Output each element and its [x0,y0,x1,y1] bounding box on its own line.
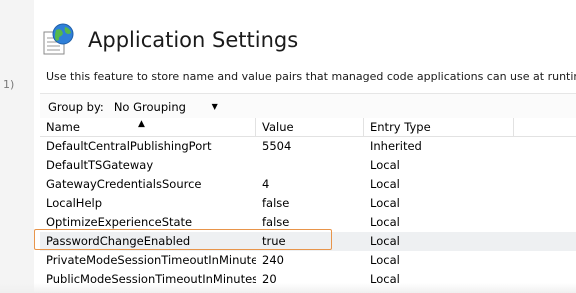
table-row[interactable]: DefaultTSGateway Local [40,156,576,175]
sidebar-text-fragment: 1) [3,78,15,91]
row-name: DefaultCentralPublishingPort [46,139,212,153]
row-value: 5504 [262,139,292,153]
column-header-name-label: Name [46,120,80,134]
row-entry-type: Local [370,215,400,229]
table-row[interactable]: OptimizeExperienceState false Local [40,213,576,232]
row-entry-type: Inherited [370,139,422,153]
row-entry-type: Local [370,253,400,267]
row-name: PrivateModeSessionTimeoutInMinutes [46,253,256,267]
row-value: 240 [262,253,284,267]
grid-header: Name ▲ Value Entry Type [40,118,576,137]
row-entry-type: Local [370,234,400,248]
row-value: false [262,215,290,229]
globe-icon [42,23,76,57]
grouping-toolbar: Group by: No Grouping ▼ [40,93,576,120]
column-header-filler [514,118,576,136]
title-row: Application Settings [42,20,298,60]
sort-ascending-icon: ▲ [138,119,145,129]
row-value: 4 [262,177,270,191]
settings-grid: Name ▲ Value Entry Type DefaultCentralPu… [34,118,576,289]
row-value: false [262,196,290,210]
row-name: GatewayCredentialsSource [46,177,202,191]
chevron-down-icon: ▼ [211,102,218,111]
row-name: OptimizeExperienceState [46,215,193,229]
column-header-entry-type-label: Entry Type [370,120,431,134]
column-header-value-label: Value [262,120,294,134]
row-name: PasswordChangeEnabled [46,234,191,248]
row-entry-type: Local [370,158,400,172]
row-entry-type: Local [370,196,400,210]
row-name: LocalHelp [46,196,103,210]
table-row[interactable]: DefaultCentralPublishingPort 5504 Inheri… [40,137,576,156]
table-row[interactable]: LocalHelp false Local [40,194,576,213]
row-value [256,156,364,175]
row-name: DefaultTSGateway [46,158,154,172]
group-by-label: Group by: [48,99,104,114]
row-value: true [262,234,286,248]
column-header-entry-type[interactable]: Entry Type [364,118,514,136]
column-header-name[interactable]: Name ▲ [40,118,256,136]
feature-description: Use this feature to store name and value… [46,70,576,83]
bottom-fade [0,283,576,293]
feature-panel: Application Settings Use this feature to… [34,0,576,293]
table-row-selected[interactable]: PasswordChangeEnabled true Local [34,229,576,251]
left-sidebar-strip: 1) [0,0,35,293]
group-by-value: No Grouping [113,99,186,114]
column-header-value[interactable]: Value [256,118,364,136]
group-by-dropdown[interactable]: No Grouping ▼ [112,97,224,116]
table-row[interactable]: GatewayCredentialsSource 4 Local [40,175,576,194]
page-title: Application Settings [88,28,299,52]
row-entry-type: Local [370,177,400,191]
table-row[interactable]: PrivateModeSessionTimeoutInMinutes 240 L… [40,251,576,270]
